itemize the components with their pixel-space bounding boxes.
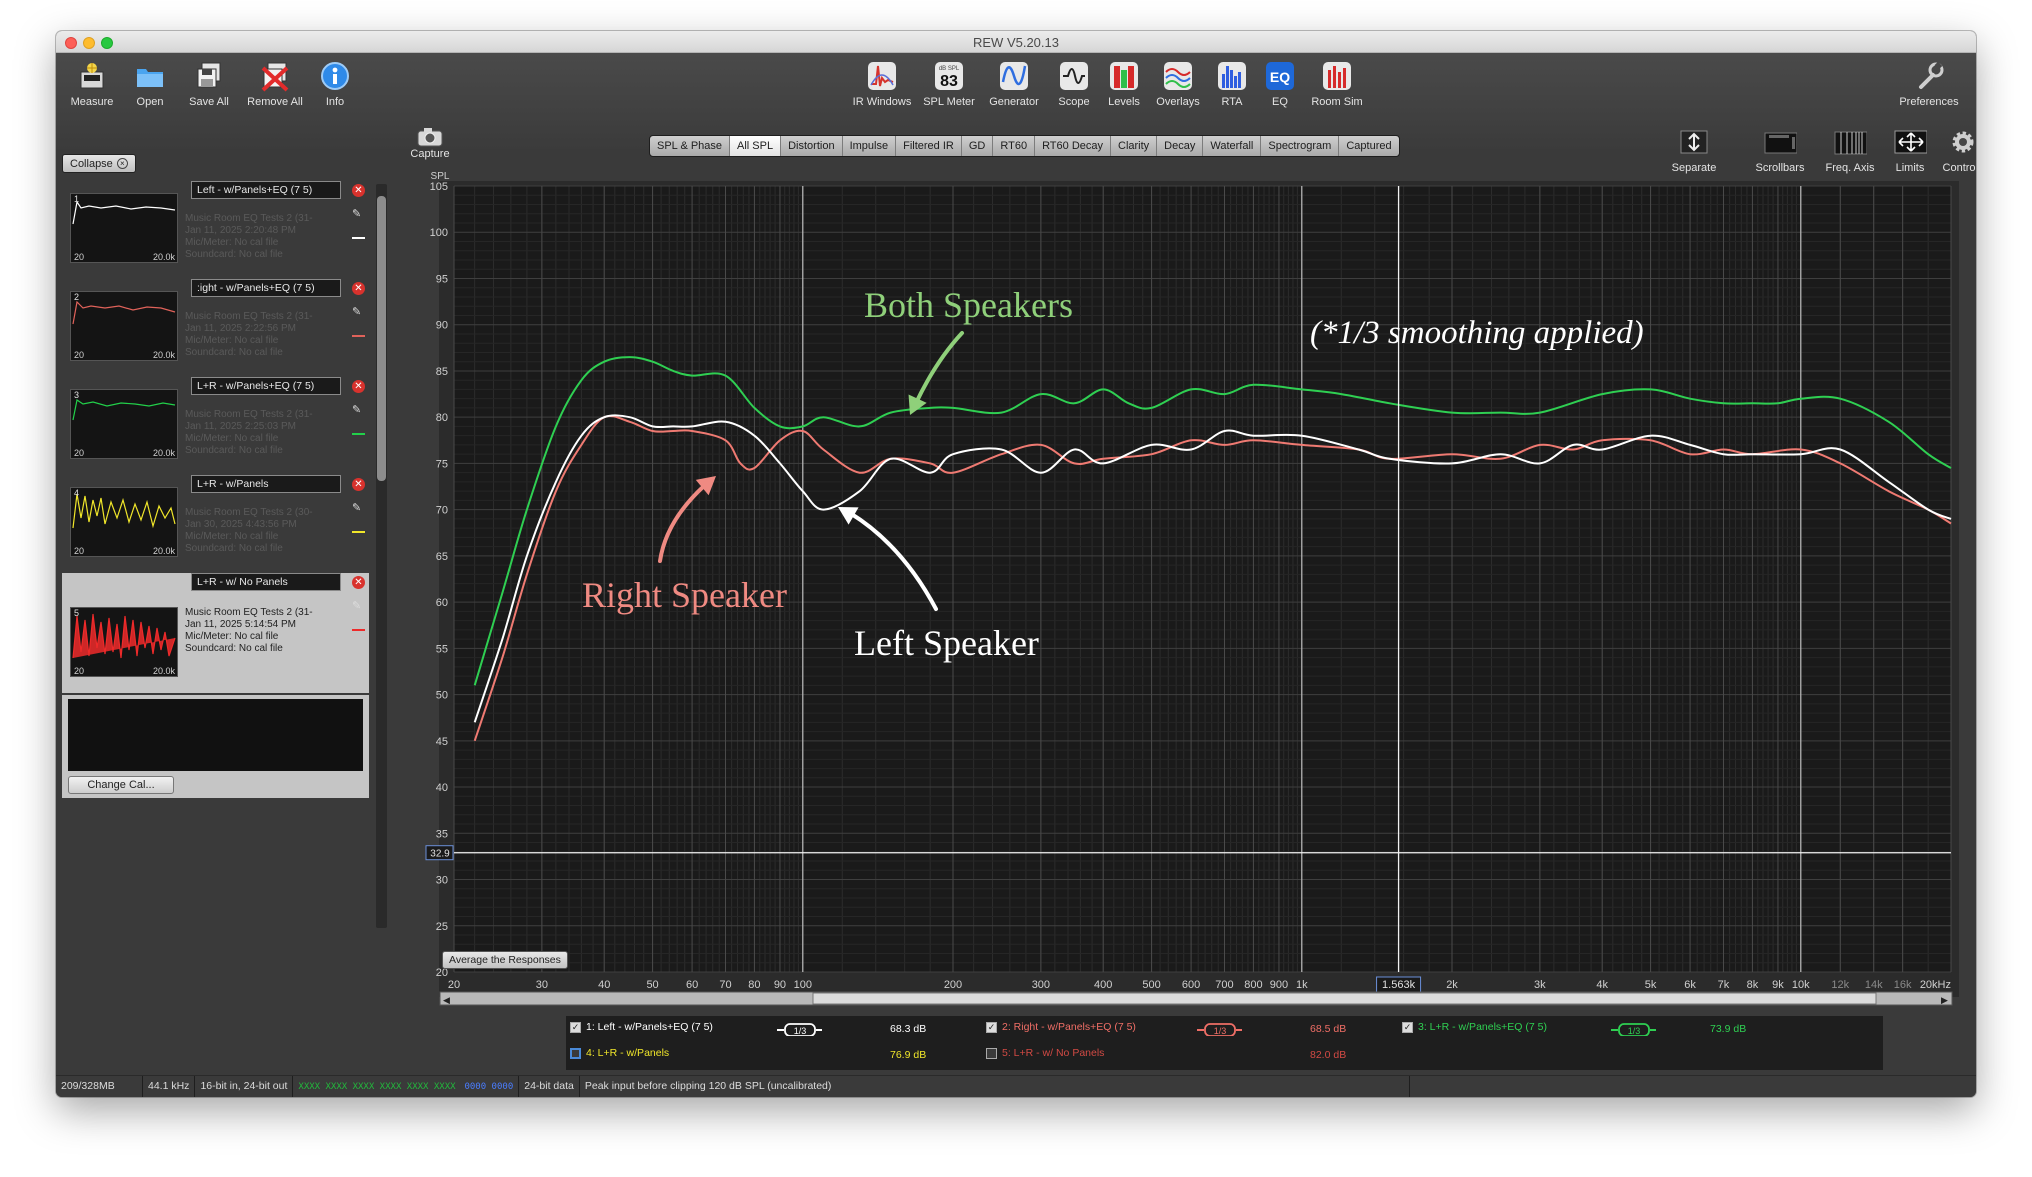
svg-text:1/3: 1/3 [1628, 1026, 1641, 1036]
svg-text:1/3: 1/3 [1214, 1026, 1227, 1036]
legend-label: 5: L+R - w/ No Panels [1002, 1047, 1105, 1059]
x-tick-label: 900 [1270, 979, 1288, 991]
legend-checkbox[interactable] [570, 1047, 581, 1059]
x-tick-label: 4k [1596, 979, 1608, 991]
x-tick-label: 10k [1792, 979, 1810, 991]
x-tick-label: 700 [1215, 979, 1233, 991]
x-tick-label: 40 [598, 979, 610, 991]
x-tick-label: 500 [1142, 979, 1160, 991]
x-tick-label: 30 [536, 979, 548, 991]
y-tick-label: 25 [436, 921, 448, 933]
y-tick-label: 95 [436, 273, 448, 285]
legend-item[interactable]: ✓ 3: L+R - w/Panels+EQ (7 5) [1402, 1021, 1547, 1033]
y-tick-label: 65 [436, 551, 448, 563]
cursor-freq-label: 1.563k [1382, 979, 1416, 991]
y-tick-label: 60 [436, 597, 448, 609]
legend-value: 82.0 dB [1310, 1049, 1347, 1061]
memory-status: 209/328MB [56, 1076, 143, 1097]
sample-rate-status: 44.1 kHz [143, 1076, 196, 1097]
legend-value: 68.3 dB [890, 1023, 927, 1035]
legend-checkbox[interactable] [986, 1047, 997, 1059]
x-tick-label: 20 [448, 979, 460, 991]
scroll-left-arrow[interactable]: ◀ [443, 996, 450, 1006]
legend-label: 4: L+R - w/Panels [586, 1047, 670, 1059]
annotation-left-speaker: Left Speaker [854, 623, 1039, 663]
x-tick-label: 50 [646, 979, 658, 991]
status-bar: 209/328MB 44.1 kHz 16-bit in, 24-bit out… [56, 1075, 1976, 1097]
x-tick-label: 16k [1894, 979, 1912, 991]
annotation-smoothing: (*1/3 smoothing applied) [1310, 315, 1644, 351]
x-tick-label: 400 [1094, 979, 1112, 991]
y-tick-label: 35 [436, 828, 448, 840]
x-tick-label: 90 [774, 979, 786, 991]
legend-checkbox[interactable]: ✓ [986, 1021, 997, 1033]
average-responses-button[interactable]: Average the Responses [442, 951, 568, 969]
y-axis-title: SPL [431, 171, 450, 182]
x-tick-label: 6k [1684, 979, 1696, 991]
x-tick-label: 9k [1772, 979, 1784, 991]
legend-panel: ✓ 1: Left - w/Panels+EQ (7 5) 68.3 dB 1/3 ✓ 2… [566, 1016, 1883, 1070]
x-tick-label: 2k [1446, 979, 1458, 991]
annotation-both-speakers: Both Speakers [864, 285, 1073, 325]
y-tick-label: 50 [436, 690, 448, 702]
y-tick-label: 70 [436, 505, 448, 517]
legend-item[interactable]: ✓ 2: Right - w/Panels+EQ (7 5) [986, 1021, 1136, 1033]
y-tick-label: 55 [436, 643, 448, 655]
x-tick-label: 12k [1831, 979, 1849, 991]
legend-value: 76.9 dB [890, 1049, 927, 1061]
y-tick-label: 85 [436, 366, 448, 378]
app-window: REW V5.20.13 Measure Open Save All Remov… [56, 31, 1976, 1097]
x-tick-label: 5k [1645, 979, 1657, 991]
legend-item[interactable]: 4: L+R - w/Panels [570, 1047, 669, 1059]
spl-graph[interactable]: 105 100 95 90 85 80 75 70 65 60 55 50 45 40 35 30 25 20 2… [56, 31, 1976, 1075]
y-tick-label: 80 [436, 412, 448, 424]
legend-checkbox[interactable]: ✓ [1402, 1021, 1413, 1033]
y-tick-label: 75 [436, 458, 448, 470]
cursor-level-label: 32.9 [430, 849, 450, 860]
x-tick-label: 80 [748, 979, 760, 991]
legend-item[interactable]: 5: L+R - w/ No Panels [986, 1047, 1104, 1059]
y-tick-label: 45 [436, 736, 448, 748]
legend-label: 2: Right - w/Panels+EQ (7 5) [1002, 1021, 1136, 1033]
legend-value: 73.9 dB [1710, 1023, 1747, 1035]
x-tick-label: 800 [1244, 979, 1262, 991]
smoothing-indicator[interactable]: 1/3 [1610, 1022, 1656, 1036]
bit-depth-status: 16-bit in, 24-bit out [195, 1076, 294, 1097]
y-tick-label: 40 [436, 782, 448, 794]
x-tick-label: 300 [1032, 979, 1050, 991]
legend-label: 1: Left - w/Panels+EQ (7 5) [586, 1021, 713, 1033]
scroll-right-arrow[interactable]: ▶ [1941, 996, 1948, 1006]
svg-text:1/3: 1/3 [794, 1026, 807, 1036]
x-tick-label: 1k [1296, 979, 1308, 991]
y-tick-label: 90 [436, 320, 448, 332]
x-tick-label: 3k [1534, 979, 1546, 991]
legend-item[interactable]: ✓ 1: Left - w/Panels+EQ (7 5) [570, 1021, 713, 1033]
legend-checkbox[interactable]: ✓ [570, 1021, 581, 1033]
x-tick-label: 8k [1747, 979, 1759, 991]
y-tick-label: 105 [430, 181, 448, 193]
x-tick-label: 600 [1182, 979, 1200, 991]
freq-scrollbar-thumb[interactable] [812, 992, 1877, 1005]
legend-value: 68.5 dB [1310, 1023, 1347, 1035]
data-bits-status: 24-bit data [519, 1076, 580, 1097]
input-meter: XXXX XXXX XXXX XXXX XXXX XXXX 0000 0000 [293, 1076, 520, 1097]
smoothing-indicator[interactable]: 1/3 [1196, 1022, 1242, 1036]
x-tick-label: 7k [1718, 979, 1730, 991]
legend-label: 3: L+R - w/Panels+EQ (7 5) [1418, 1021, 1547, 1033]
x-tick-label: 60 [686, 979, 698, 991]
smoothing-indicator[interactable]: 1/3 [776, 1022, 822, 1036]
y-tick-label: 30 [436, 875, 448, 887]
x-tick-label: 100 [794, 979, 812, 991]
peak-input-status: Peak input before clipping 120 dB SPL (u… [580, 1076, 1410, 1097]
y-tick-label: 100 [430, 227, 448, 239]
x-tick-label: 200 [944, 979, 962, 991]
x-tick-label: 20kHz [1920, 979, 1951, 991]
x-tick-label: 14k [1865, 979, 1883, 991]
annotation-right-speaker: Right Speaker [582, 575, 787, 615]
x-tick-label: 70 [719, 979, 731, 991]
